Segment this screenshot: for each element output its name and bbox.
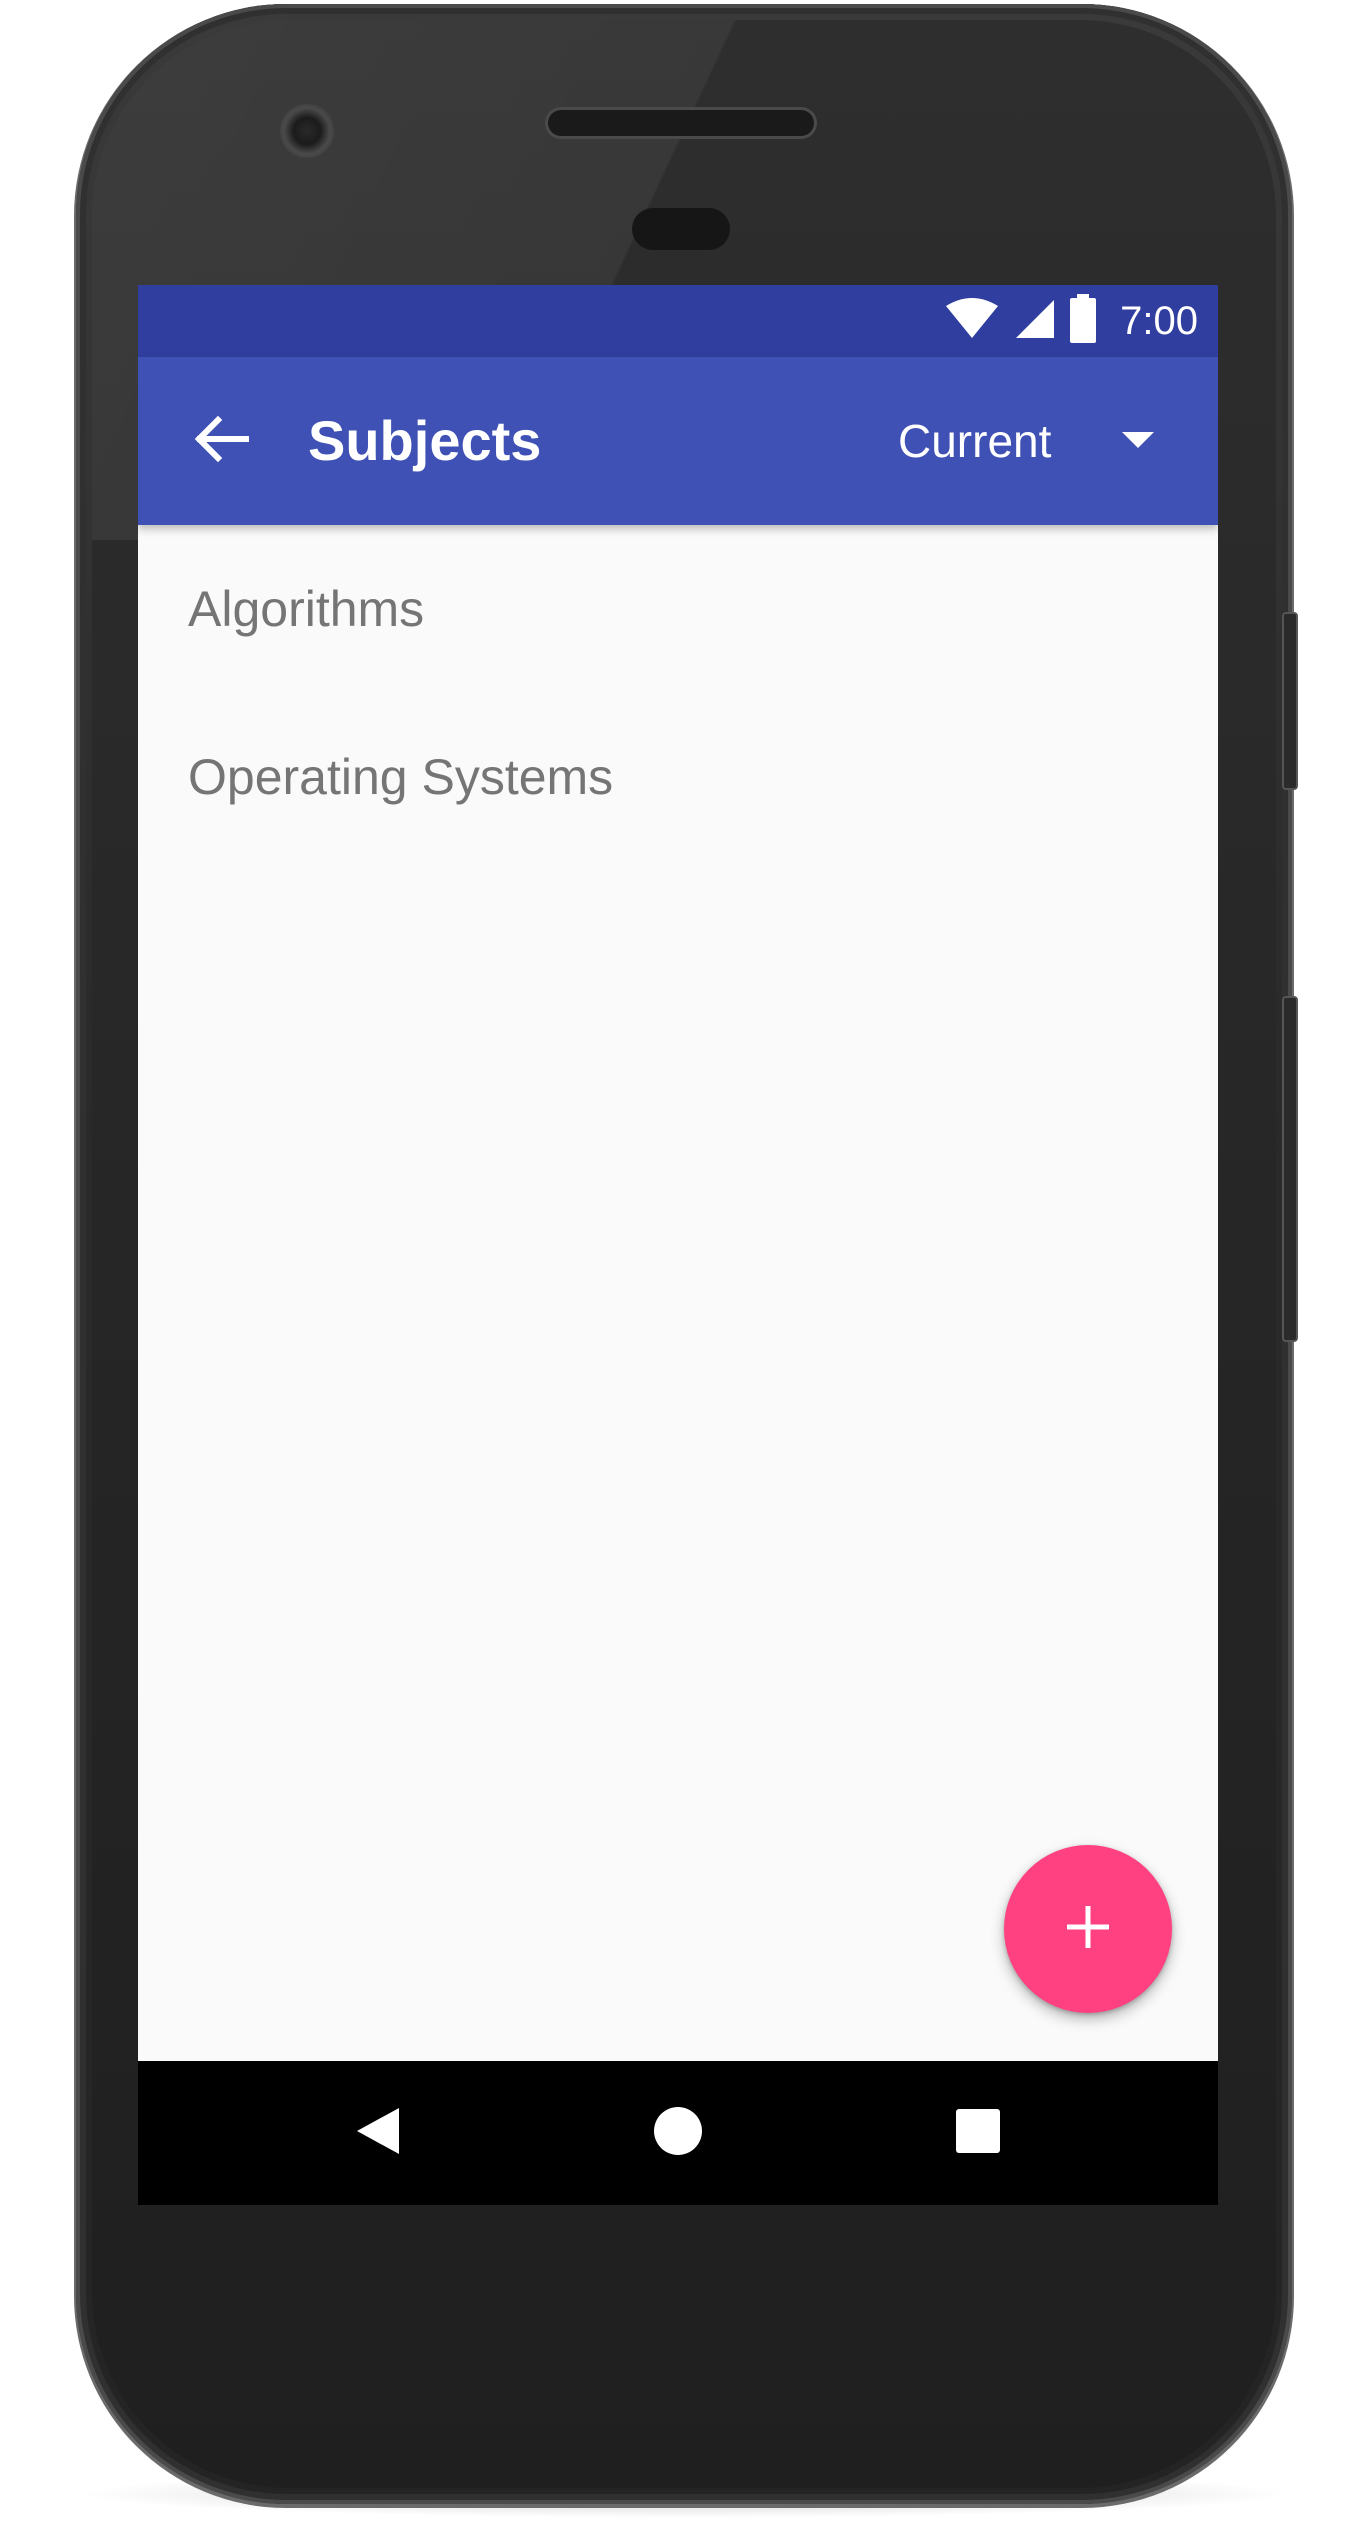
subject-name: Algorithms [188, 581, 425, 637]
status-time: 7:00 [1120, 298, 1198, 343]
add-subject-button[interactable] [1004, 1845, 1172, 2013]
list-item[interactable]: Algorithms [138, 525, 1218, 693]
device-stage: 7:00 Subjects Current Algorithms Operati… [0, 0, 1370, 2534]
dropdown-arrow-icon [1098, 411, 1178, 471]
wifi-icon [944, 297, 1000, 345]
app-bar: Subjects Current [138, 357, 1218, 525]
subject-name: Operating Systems [188, 749, 614, 805]
battery-icon [1068, 293, 1098, 349]
subject-list: Algorithms Operating Systems [138, 525, 1218, 861]
status-icons: 7:00 [944, 285, 1198, 357]
filter-spinner[interactable]: Current [898, 387, 1178, 495]
navigation-bar [138, 2061, 1218, 2205]
plus-icon [1065, 1904, 1111, 1955]
back-triangle-icon [355, 2106, 401, 2161]
home-circle-icon [652, 2105, 704, 2162]
back-button[interactable] [180, 399, 264, 483]
status-bar: 7:00 [138, 285, 1218, 357]
nav-back-button[interactable] [328, 2083, 428, 2183]
cellular-signal-icon [1012, 298, 1056, 345]
earpiece-speaker [548, 110, 814, 136]
front-camera [280, 104, 334, 158]
nav-home-button[interactable] [628, 2083, 728, 2183]
arrow-back-icon [194, 415, 250, 468]
proximity-sensor [632, 208, 730, 250]
screen: 7:00 Subjects Current Algorithms Operati… [138, 285, 1218, 2205]
filter-selected-label: Current [898, 415, 1052, 467]
nav-recents-button[interactable] [928, 2083, 1028, 2183]
volume-button [1282, 996, 1298, 1342]
list-item[interactable]: Operating Systems [138, 693, 1218, 861]
power-button [1282, 612, 1298, 790]
page-title: Subjects [308, 409, 542, 472]
recents-square-icon [955, 2108, 1001, 2159]
